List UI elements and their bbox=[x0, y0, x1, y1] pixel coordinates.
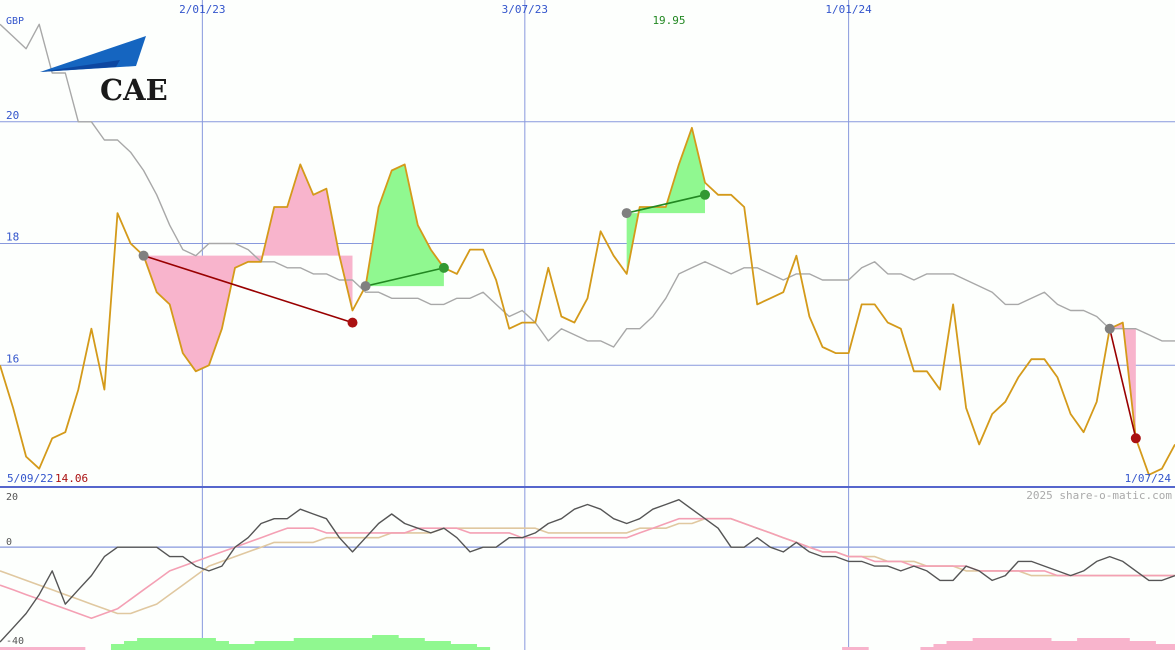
low-value-label: 14.06 bbox=[55, 472, 88, 485]
histogram-bar bbox=[1050, 641, 1065, 650]
histogram-bar bbox=[137, 638, 151, 650]
x-tick-label: 2/01/23 bbox=[179, 3, 225, 16]
histogram-bar bbox=[110, 644, 125, 650]
stock-chart: 2/01/23 3/07/23 1/01/24 16 18 20 GBP 5/09/22 14.… bbox=[0, 0, 1175, 650]
histogram-bar bbox=[124, 641, 138, 650]
histogram-bar bbox=[398, 638, 412, 650]
high-value-label: 19.95 bbox=[652, 14, 685, 27]
histogram-bar bbox=[1011, 638, 1026, 650]
currency-label: GBP bbox=[6, 16, 24, 27]
y-tick-label: 20 bbox=[6, 109, 19, 122]
histogram-bar bbox=[228, 644, 243, 650]
histogram-bar bbox=[998, 638, 1013, 650]
signal-end-marker bbox=[1130, 433, 1141, 444]
histogram-bar bbox=[1168, 644, 1175, 650]
signal-start-marker bbox=[1104, 323, 1115, 334]
histogram-bar bbox=[1037, 638, 1052, 650]
histogram-bar bbox=[1129, 641, 1143, 650]
histogram-bar bbox=[202, 638, 216, 650]
signal-end-marker bbox=[347, 317, 358, 328]
histogram-bar bbox=[411, 638, 425, 650]
histogram-bar bbox=[946, 641, 961, 650]
logo-text: CAE bbox=[100, 73, 168, 107]
osc-tick-label: 20 bbox=[6, 492, 18, 503]
histogram-bar bbox=[215, 641, 229, 650]
histogram-bar bbox=[959, 641, 974, 650]
start-date-label: 5/09/22 bbox=[7, 472, 53, 485]
histogram-bar bbox=[163, 638, 177, 650]
histogram-bar bbox=[1142, 641, 1156, 650]
histogram-bar bbox=[437, 641, 451, 650]
histogram-bar bbox=[424, 641, 438, 650]
histogram-bar bbox=[319, 638, 334, 650]
histogram-bar bbox=[372, 635, 386, 650]
y-tick-label: 16 bbox=[6, 352, 19, 365]
histogram-bar bbox=[972, 638, 987, 650]
signal-start-marker bbox=[138, 250, 149, 261]
x-tick-label: 1/01/24 bbox=[825, 3, 872, 16]
histogram-bar bbox=[359, 638, 373, 650]
histogram-bar bbox=[1116, 638, 1130, 650]
signal-start-marker bbox=[621, 208, 632, 219]
y-tick-label: 18 bbox=[6, 231, 19, 244]
histogram-bar bbox=[241, 644, 256, 650]
histogram-bar bbox=[189, 638, 203, 650]
chart-canvas: 2/01/23 3/07/23 1/01/24 16 18 20 GBP 5/09/22 14.… bbox=[0, 0, 1175, 650]
end-date-label: 1/07/24 bbox=[1125, 472, 1172, 485]
histogram-bar bbox=[280, 641, 295, 650]
signal-start-marker bbox=[360, 281, 371, 292]
histogram-bar bbox=[985, 638, 1000, 650]
x-tick-label: 3/07/23 bbox=[502, 3, 548, 16]
histogram-bar bbox=[332, 638, 347, 650]
histogram-bar bbox=[1090, 638, 1104, 650]
histogram-bar bbox=[254, 641, 269, 650]
osc-tick-label: 0 bbox=[6, 537, 12, 548]
histogram-bar bbox=[463, 644, 478, 650]
histogram-bar bbox=[293, 638, 308, 650]
histogram-bar bbox=[933, 644, 948, 650]
osc-tick-label: -40 bbox=[6, 636, 24, 647]
histogram-bar bbox=[267, 641, 282, 650]
histogram-bar bbox=[176, 638, 190, 650]
signal-end-marker bbox=[700, 189, 710, 200]
histogram-bar bbox=[1024, 638, 1039, 650]
histogram-bar bbox=[1103, 638, 1117, 650]
histogram-bar bbox=[1077, 638, 1091, 650]
histogram-bar bbox=[1064, 641, 1078, 650]
signal-end-marker bbox=[438, 262, 449, 273]
histogram-bar bbox=[1155, 644, 1169, 650]
histogram-bar bbox=[306, 638, 321, 650]
histogram-bar bbox=[450, 644, 464, 650]
histogram-bar bbox=[385, 635, 399, 650]
histogram-bar bbox=[150, 638, 164, 650]
histogram-bar bbox=[345, 638, 360, 650]
watermark: 2025 share-o-matic.com bbox=[1026, 489, 1172, 502]
